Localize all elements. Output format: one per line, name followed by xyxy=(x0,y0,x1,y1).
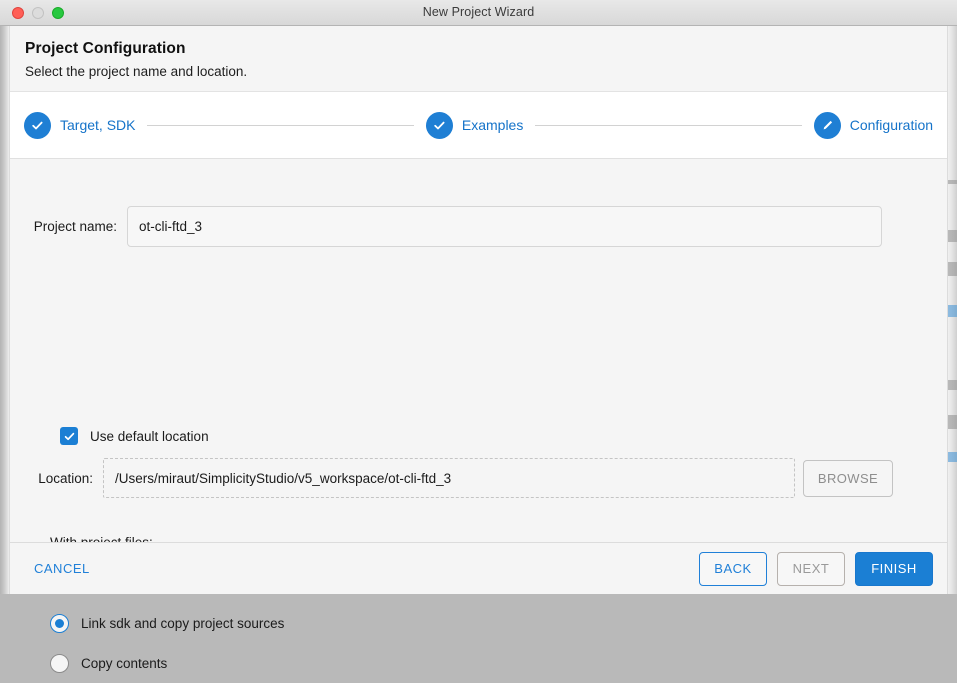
wizard-header: Project Configuration Select the project… xyxy=(10,26,947,91)
project-name-input[interactable]: ot-cli-ftd_3 xyxy=(127,206,882,247)
background-window-peek xyxy=(948,415,957,429)
cancel-button[interactable]: CANCEL xyxy=(34,561,90,576)
use-default-location-row[interactable]: Use default location xyxy=(60,427,209,445)
pencil-icon xyxy=(813,111,841,139)
location-label: Location: xyxy=(38,470,93,486)
project-name-label: Project name: xyxy=(33,219,117,234)
radio-button-icon[interactable] xyxy=(50,653,69,673)
check-icon xyxy=(425,111,453,139)
location-row: Location: /Users/miraut/SimplicityStudio… xyxy=(10,458,893,498)
background-window-peek xyxy=(948,180,957,184)
background-window-peek xyxy=(948,452,957,462)
radio-button-selected-icon[interactable] xyxy=(50,613,69,633)
back-button[interactable]: BACK xyxy=(699,551,767,586)
background-window-peek xyxy=(948,262,957,276)
check-icon xyxy=(24,111,51,139)
window-right-shadow xyxy=(948,0,957,594)
wizard-stepper: Target, SDK Examples Configuration xyxy=(10,91,947,159)
page-title: Project Configuration xyxy=(25,40,186,57)
radio-link-sdk-copy-sources[interactable]: Link sdk and copy project sources xyxy=(50,603,284,643)
window-left-shadow xyxy=(0,0,9,594)
next-button: NEXT xyxy=(777,551,845,586)
window-title: New Project Wizard xyxy=(422,5,535,19)
location-input: /Users/miraut/SimplicityStudio/v5_worksp… xyxy=(103,458,795,498)
step-examples[interactable]: Examples xyxy=(425,111,524,139)
step-label: Examples xyxy=(461,117,524,133)
wizard-content: Project name: ot-cli-ftd_3 Use default l… xyxy=(10,159,947,673)
footer-button-group: BACK NEXT FINISH xyxy=(699,551,933,586)
wizard-footer: CANCEL BACK NEXT FINISH xyxy=(10,542,947,594)
stepper-connector xyxy=(147,124,414,126)
stepper-connector xyxy=(535,124,802,126)
page-subtitle: Select the project name and location. xyxy=(25,64,248,79)
step-label: Target, SDK xyxy=(60,117,136,133)
background-window-peek xyxy=(948,230,957,242)
step-label: Configuration xyxy=(849,117,934,133)
step-configuration[interactable]: Configuration xyxy=(813,111,934,139)
finish-button[interactable]: FINISH xyxy=(855,551,933,586)
new-project-wizard-window: New Project Wizard Project Configuration… xyxy=(0,0,957,673)
title-bar: New Project Wizard xyxy=(0,0,957,26)
radio-copy-contents[interactable]: Copy contents xyxy=(50,643,284,683)
radio-label: Copy contents xyxy=(81,655,168,671)
project-name-row: Project name: ot-cli-ftd_3 xyxy=(10,206,882,247)
browse-button: BROWSE xyxy=(803,459,893,497)
use-default-location-label: Use default location xyxy=(90,428,209,444)
wizard-dialog: Project Configuration Select the project… xyxy=(9,26,948,673)
step-target-sdk[interactable]: Target, SDK xyxy=(24,111,136,139)
background-window-peek xyxy=(948,380,957,390)
use-default-location-checkbox[interactable] xyxy=(60,427,78,445)
background-window-peek xyxy=(948,305,957,317)
radio-label: Link sdk and copy project sources xyxy=(81,615,285,631)
